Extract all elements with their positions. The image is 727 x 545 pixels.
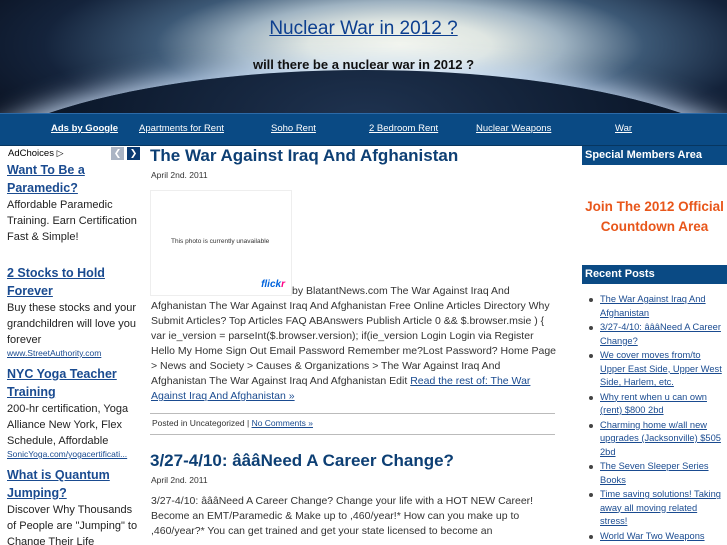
nav-link-nuclear-weapons[interactable]: Nuclear Weapons (476, 123, 551, 134)
ad-block: 2 Stocks to Hold Forever Buy these stock… (7, 264, 141, 358)
ad-body: Discover Why Thousands of People are "Ju… (7, 504, 138, 545)
ad-title-link[interactable]: Want To Be a Paramedic? (7, 161, 141, 197)
recent-posts-heading: Recent Posts (582, 265, 727, 284)
nav-link-apartments[interactable]: Apartments for Rent (139, 123, 224, 134)
recent-post-link[interactable]: Time saving solutions! Taking away all m… (600, 489, 721, 526)
post-title-link[interactable]: The War Against Iraq And Afghanistan (150, 146, 458, 166)
post-excerpt-text: by BlatantNews.com The War Against Iraq … (151, 285, 556, 387)
header-earth-image (0, 70, 727, 113)
ad-next-button[interactable]: ❯ (127, 147, 140, 160)
chevron-left-icon: ❮ (113, 148, 122, 158)
list-item: The War Against Iraq And Afghanistan (589, 293, 727, 320)
recent-post-link[interactable]: Charming home w/all new upgrades (Jackso… (600, 420, 721, 457)
list-item: World War Two Weapons (589, 530, 727, 544)
post-meta: Posted in Uncategorized | No Comments » (152, 418, 313, 428)
adchoices-label: AdChoices (8, 148, 54, 159)
recent-post-link[interactable]: World War Two Weapons (600, 531, 705, 541)
ad-body: Buy these stocks and your grandchildren … (7, 302, 137, 346)
members-heading: Special Members Area (582, 146, 727, 165)
adchoices-icon: ▷ (56, 148, 64, 158)
post-divider (150, 413, 555, 414)
ad-block: Want To Be a Paramedic? Affordable Param… (7, 161, 141, 245)
nav-link-soho-rent[interactable]: Soho Rent (271, 123, 316, 134)
flickr-image[interactable]: This photo is currently unavailable flic… (150, 190, 292, 296)
nav-bar: Ads by Google Apartments for Rent Soho R… (0, 113, 727, 146)
ad-body: Affordable Paramedic Training. Earn Cert… (7, 199, 137, 243)
post-title-link[interactable]: 3/27-4/10: âââNeed A Career Change? (150, 451, 454, 471)
right-sidebar: Special Members Area Join The 2012 Offic… (582, 145, 727, 545)
post-divider (150, 434, 555, 435)
list-item: Charming home w/all new upgrades (Jackso… (589, 419, 727, 460)
ad-prev-button[interactable]: ❮ (111, 147, 124, 160)
nav-link-2-bedroom-rent[interactable]: 2 Bedroom Rent (369, 123, 438, 134)
ad-block: NYC Yoga Teacher Training 200-hr certifi… (7, 365, 141, 459)
main-content: The War Against Iraq And Afghanistan Apr… (150, 145, 558, 545)
list-item: Time saving solutions! Taking away all m… (589, 488, 727, 529)
recent-posts-list: The War Against Iraq And Afghanistan 3/2… (582, 293, 727, 544)
list-item: Why rent when u can own (rent) $800 2bd (589, 391, 727, 418)
left-ad-column: AdChoices ▷ ❮ ❯ Want To Be a Paramedic? … (0, 145, 144, 545)
ad-url-link[interactable]: www.StreetAuthority.com (7, 348, 141, 358)
image-unavailable-text: This photo is currently unavailable (171, 238, 270, 245)
chevron-right-icon: ❯ (129, 148, 138, 158)
ad-title-link[interactable]: What is Quantum Jumping? (7, 466, 141, 502)
ad-block: What is Quantum Jumping? Discover Why Th… (7, 466, 141, 545)
site-header: Nuclear War in 2012 ? will there be a nu… (0, 0, 727, 113)
site-description: will there be a nuclear war in 2012 ? (252, 57, 475, 72)
ad-url-link[interactable]: SonicYoga.com/yogacertificati... (7, 449, 141, 459)
post-date: April 2nd. 2011 (151, 475, 208, 485)
recent-post-link[interactable]: The Seven Sleeper Series Books (600, 461, 709, 485)
post-excerpt: 3/27-4/10: âââNeed A Career Change? Chan… (151, 495, 534, 537)
ad-body: 200-hr certification, Yoga Alliance New … (7, 403, 129, 447)
post-date: April 2nd. 2011 (151, 170, 208, 180)
recent-post-link[interactable]: The War Against Iraq And Afghanistan (600, 294, 706, 318)
recent-post-link[interactable]: We cover moves from/to Upper East Side, … (600, 350, 722, 387)
list-item: 3/27-4/10: âââNeed A Career Change? (589, 321, 727, 348)
list-item: We cover moves from/to Upper East Side, … (589, 349, 727, 390)
ad-title-link[interactable]: NYC Yoga Teacher Training (7, 365, 141, 401)
ads-by-google-link[interactable]: Ads by Google (51, 123, 118, 134)
ad-title-link[interactable]: 2 Stocks to Hold Forever (7, 264, 141, 300)
recent-post-link[interactable]: 3/27-4/10: âââNeed A Career Change? (600, 322, 721, 346)
adchoices-link[interactable]: AdChoices ▷ (8, 148, 64, 159)
join-countdown-link[interactable]: Join The 2012 Official Countdown Area (582, 197, 727, 237)
post-excerpt: by BlatantNews.com The War Against Iraq … (151, 284, 556, 404)
post-category: Posted in Uncategorized | (152, 418, 250, 428)
list-item: The Seven Sleeper Series Books (589, 460, 727, 487)
nav-link-war[interactable]: War (615, 123, 632, 134)
recent-post-link[interactable]: Why rent when u can own (rent) $800 2bd (600, 392, 707, 416)
comments-link[interactable]: No Comments » (252, 418, 313, 428)
site-title[interactable]: Nuclear War in 2012 ? (0, 18, 727, 40)
